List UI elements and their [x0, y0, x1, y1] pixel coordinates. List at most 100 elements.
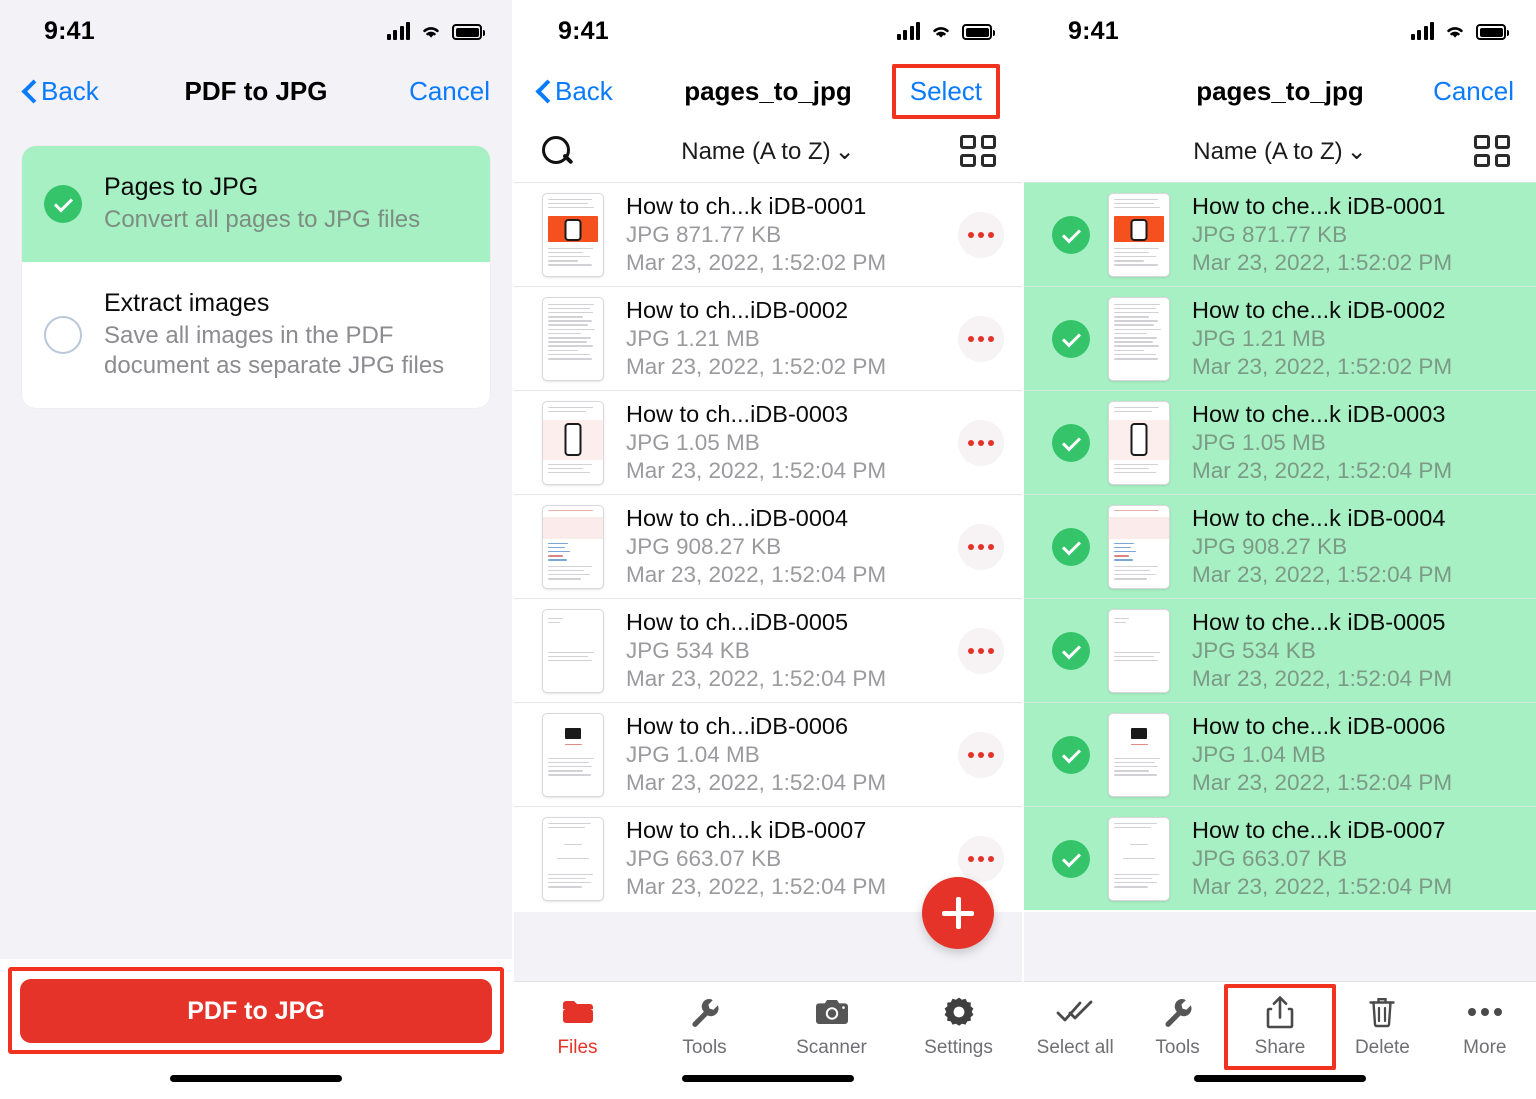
phone-screen-pdf-to-jpg-options: 9:41 Back PDF to JPG Cancel Pages to JPG…	[0, 0, 512, 1099]
wrench-icon	[689, 994, 721, 1030]
file-name: How to ch...iDB-0003	[626, 401, 849, 427]
file-size: JPG 663.07 KB	[1192, 846, 1348, 871]
file-size: JPG 871.77 KB	[1192, 222, 1348, 247]
phone-screen-file-list: 9:41 Back pages_to_jpg Select Name (A to…	[512, 0, 1024, 1099]
tab-tools[interactable]: Tools	[641, 994, 768, 1059]
row-more-button[interactable]	[958, 523, 1004, 570]
back-label: Back	[555, 75, 613, 106]
action-tools[interactable]: Tools	[1126, 994, 1228, 1059]
home-indicator	[170, 1075, 342, 1082]
search-icon[interactable]	[540, 134, 574, 168]
table-row[interactable]: How to che...k iDB-0002 JPG 1.21 MB Mar …	[1024, 286, 1536, 390]
radio-unchecked-icon	[44, 315, 82, 354]
file-name: How to ch...iDB-0004	[626, 505, 849, 531]
tab-files[interactable]: Files	[514, 994, 641, 1059]
file-date: Mar 23, 2022, 1:52:02 PM	[626, 354, 887, 379]
grid-view-icon[interactable]	[960, 135, 996, 167]
cancel-button[interactable]: Cancel	[1433, 76, 1514, 107]
tab-scanner[interactable]: Scanner	[768, 994, 895, 1059]
table-row[interactable]: How to ch...iDB-0005 JPG 534 KB Mar 23, …	[514, 598, 1022, 702]
option-subtitle: Save all images in the PDF document as s…	[104, 321, 445, 380]
table-row[interactable]: How to che...k iDB-0004 JPG 908.27 KB Ma…	[1024, 494, 1536, 598]
row-more-button[interactable]	[958, 835, 1004, 882]
table-row[interactable]: How to che...k iDB-0005 JPG 534 KB Mar 2…	[1024, 598, 1536, 702]
table-row[interactable]: How to ch...k iDB-0001 JPG 871.77 KB Mar…	[514, 182, 1022, 286]
row-checkbox-checked-icon[interactable]	[1052, 319, 1090, 358]
file-thumbnail	[542, 296, 604, 381]
grid-view-icon[interactable]	[1474, 135, 1510, 167]
back-button[interactable]: Back	[536, 76, 613, 107]
back-label: Back	[41, 75, 99, 106]
file-name: How to che...k iDB-0001	[1192, 193, 1446, 219]
status-bar-indicators	[386, 22, 485, 40]
file-size: JPG 871.77 KB	[626, 222, 782, 247]
file-date: Mar 23, 2022, 1:52:04 PM	[626, 874, 887, 899]
three-phone-screenshots: 9:41 Back PDF to JPG Cancel Pages to JPG…	[0, 0, 1536, 1099]
row-more-button[interactable]	[958, 315, 1004, 362]
file-thumbnail	[1108, 504, 1170, 589]
file-size: JPG 908.27 KB	[626, 534, 782, 559]
file-date: Mar 23, 2022, 1:52:04 PM	[626, 770, 887, 795]
wifi-icon	[929, 22, 953, 40]
file-size: JPG 1.05 MB	[1192, 430, 1326, 455]
row-checkbox-checked-icon[interactable]	[1052, 215, 1090, 254]
table-row[interactable]: How to ch...iDB-0006 JPG 1.04 MB Mar 23,…	[514, 702, 1022, 806]
action-delete[interactable]: Delete	[1331, 994, 1433, 1059]
row-more-button[interactable]	[958, 419, 1004, 466]
option-pages-to-jpg[interactable]: Pages to JPG Convert all pages to JPG fi…	[22, 146, 490, 262]
file-name: How to che...k iDB-0006	[1192, 713, 1446, 739]
row-more-button[interactable]	[958, 731, 1004, 778]
cellular-bars-icon	[1410, 22, 1434, 40]
row-more-button[interactable]	[958, 211, 1004, 258]
file-thumbnail	[542, 712, 604, 797]
file-thumbnail	[542, 192, 604, 277]
camera-icon	[815, 994, 849, 1030]
action-label: Select all	[1036, 1037, 1114, 1058]
wifi-icon	[1443, 22, 1467, 40]
action-share[interactable]: Share	[1229, 994, 1331, 1059]
file-thumbnail	[1108, 816, 1170, 901]
file-thumbnail	[542, 816, 604, 901]
chevron-left-icon	[536, 80, 549, 102]
back-button[interactable]: Back	[22, 76, 99, 107]
option-extract-images[interactable]: Extract images Save all images in the PD…	[22, 261, 490, 409]
share-upload-icon	[1266, 994, 1294, 1030]
cellular-bars-icon	[386, 22, 410, 40]
add-plus-icon[interactable]	[922, 877, 994, 949]
gear-icon	[943, 994, 975, 1030]
file-thumbnail	[542, 400, 604, 485]
file-name: How to che...k iDB-0002	[1192, 297, 1446, 323]
row-checkbox-checked-icon[interactable]	[1052, 839, 1090, 878]
file-name: How to che...k iDB-0005	[1192, 609, 1446, 635]
table-row[interactable]: How to che...k iDB-0007 JPG 663.07 KB Ma…	[1024, 806, 1536, 910]
table-row[interactable]: How to ch...iDB-0002 JPG 1.21 MB Mar 23,…	[514, 286, 1022, 390]
status-bar: 9:41	[1024, 0, 1536, 62]
action-select-all[interactable]: Select all	[1024, 994, 1126, 1059]
file-size: JPG 1.04 MB	[1192, 742, 1326, 767]
file-date: Mar 23, 2022, 1:52:04 PM	[1192, 458, 1453, 483]
table-row[interactable]: How to che...k iDB-0006 JPG 1.04 MB Mar …	[1024, 702, 1536, 806]
select-button[interactable]: Select	[891, 63, 1000, 119]
cancel-button[interactable]: Cancel	[409, 76, 490, 107]
chevron-left-icon	[22, 80, 35, 102]
double-check-icon	[1056, 994, 1094, 1030]
file-thumbnail	[542, 608, 604, 693]
pdf-to-jpg-button[interactable]: PDF to JPG	[20, 979, 492, 1043]
row-more-button[interactable]	[958, 627, 1004, 674]
tab-settings[interactable]: Settings	[895, 994, 1022, 1059]
file-size: JPG 1.05 MB	[626, 430, 760, 455]
status-bar: 9:41	[0, 0, 512, 62]
file-name: How to ch...iDB-0002	[626, 297, 849, 323]
table-row[interactable]: How to che...k iDB-0003 JPG 1.05 MB Mar …	[1024, 390, 1536, 494]
row-checkbox-checked-icon[interactable]	[1052, 735, 1090, 774]
table-row[interactable]: How to ch...iDB-0004 JPG 908.27 KB Mar 2…	[514, 494, 1022, 598]
action-label: More	[1463, 1037, 1507, 1058]
row-checkbox-checked-icon[interactable]	[1052, 631, 1090, 670]
tab-label: Files	[557, 1037, 598, 1058]
action-more[interactable]: More	[1434, 994, 1536, 1059]
table-row[interactable]: How to ch...iDB-0003 JPG 1.05 MB Mar 23,…	[514, 390, 1022, 494]
table-row[interactable]: How to che...k iDB-0001 JPG 871.77 KB Ma…	[1024, 182, 1536, 286]
row-checkbox-checked-icon[interactable]	[1052, 423, 1090, 462]
file-date: Mar 23, 2022, 1:52:04 PM	[626, 562, 887, 587]
row-checkbox-checked-icon[interactable]	[1052, 527, 1090, 566]
